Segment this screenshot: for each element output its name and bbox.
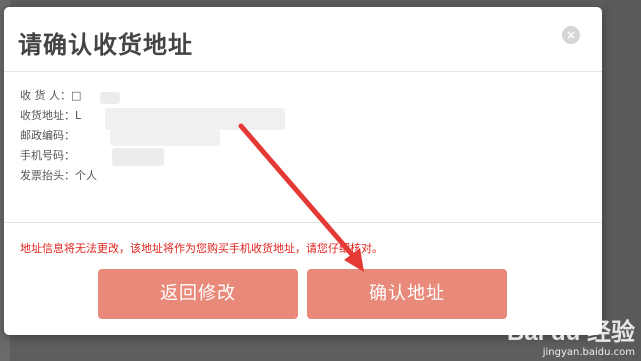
divider-bottom (4, 222, 602, 223)
info-row-postcode: 邮政编码： (20, 126, 97, 146)
redaction-blur (110, 130, 220, 146)
dialog-title: 请确认收货地址 (18, 31, 193, 59)
recipient-label: 收 货 人： (20, 89, 71, 102)
baidu-watermark: Bai du 经验 jingyan.baidu.com (507, 312, 635, 358)
redaction-blur (112, 148, 164, 166)
address-info: 收 货 人：□ 收货地址：L 邮政编码： 手机号码： 发票抬头：个人 (20, 86, 97, 186)
watermark-logo: Bai du 经验 (506, 319, 635, 346)
address-value: L (75, 109, 82, 122)
invoice-value: 个人 (75, 169, 97, 182)
back-edit-button[interactable]: 返回修改 (98, 269, 298, 319)
info-row-phone: 手机号码： (20, 146, 97, 166)
postcode-label: 邮政编码： (20, 129, 75, 142)
redaction-blur (100, 92, 120, 104)
close-icon[interactable]: × (562, 26, 580, 44)
confirm-address-button[interactable]: 确认地址 (307, 269, 507, 319)
divider-top (4, 71, 602, 72)
redaction-blur (105, 108, 285, 130)
watermark-url: jingyan.baidu.com (542, 347, 635, 358)
background-right-edge (603, 0, 641, 361)
info-row-recipient: 收 货 人：□ (20, 86, 97, 106)
invoice-label: 发票抬头： (20, 169, 75, 182)
warning-message: 地址信息将无法更改，该地址将作为您购买手机收货地址，请您仔细核对。 (20, 242, 383, 255)
info-row-address: 收货地址：L (20, 106, 97, 126)
info-row-invoice: 发票抬头：个人 (20, 166, 97, 186)
recipient-value: □ (71, 89, 82, 102)
phone-label: 手机号码： (20, 149, 75, 162)
address-label: 收货地址： (20, 109, 75, 122)
